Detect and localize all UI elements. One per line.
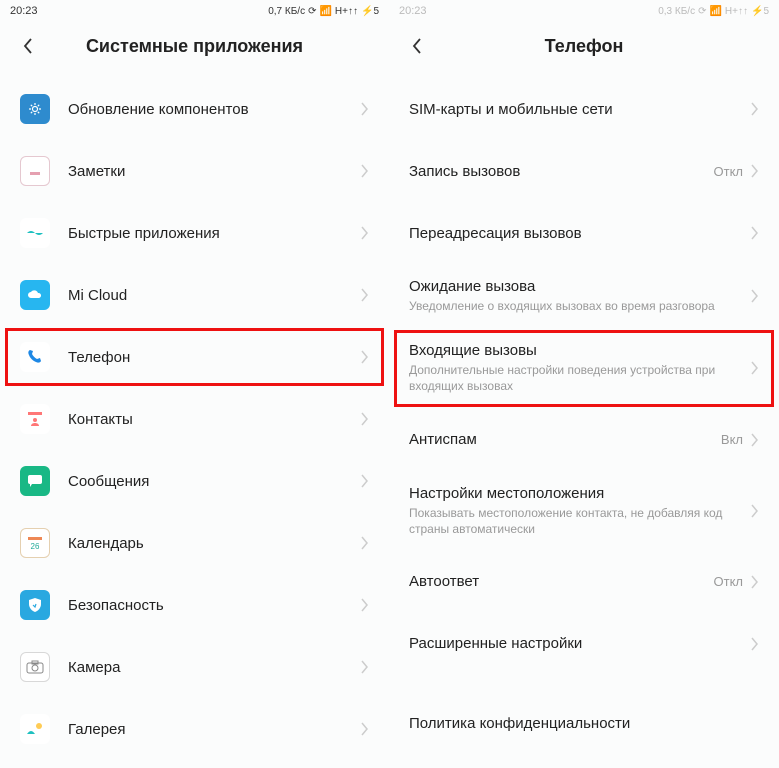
- messages-icon: [20, 466, 50, 496]
- settings-list: SIM-карты и мобильные сети Запись вызово…: [389, 70, 779, 755]
- item-sim-cards[interactable]: SIM-карты и мобильные сети: [389, 78, 779, 140]
- item-label: Телефон: [68, 349, 361, 366]
- item-quick-apps[interactable]: Быстрые приложения: [0, 202, 389, 264]
- item-subtitle: Уведомление о входящих вызовах во время …: [409, 298, 751, 314]
- item-mi-cloud[interactable]: Mi Cloud: [0, 264, 389, 326]
- chevron-right-icon: [361, 474, 369, 488]
- chevron-right-icon: [751, 289, 759, 303]
- chevron-right-icon: [361, 722, 369, 736]
- item-value: Откл: [714, 574, 744, 589]
- item-notes[interactable]: Заметки: [0, 140, 389, 202]
- item-label: Быстрые приложения: [68, 225, 361, 242]
- item-label: Входящие вызовы: [409, 342, 751, 359]
- item-label: Календарь: [68, 535, 361, 552]
- item-label: Политика конфиденциальности: [409, 715, 759, 732]
- chevron-right-icon: [751, 433, 759, 447]
- page-title: Телефон: [405, 36, 763, 57]
- chevron-right-icon: [361, 102, 369, 116]
- notes-icon: [20, 156, 50, 186]
- item-camera[interactable]: Камера: [0, 636, 389, 698]
- item-subtitle: Показывать местоположение контакта, не д…: [409, 505, 751, 537]
- status-time: 20:23: [10, 5, 38, 17]
- phone-icon: [20, 342, 50, 372]
- item-call-waiting[interactable]: Ожидание вызова Уведомление о входящих в…: [389, 264, 779, 328]
- item-gallery[interactable]: Галерея: [0, 698, 389, 760]
- item-contacts[interactable]: Контакты: [0, 388, 389, 450]
- item-label: Расширенные настройки: [409, 635, 751, 652]
- chevron-right-icon: [751, 226, 759, 240]
- settings-list: Обновление компонентов Заметки Быстрые п…: [0, 70, 389, 760]
- item-label: Обновление компонентов: [68, 101, 361, 118]
- gear-icon: [20, 94, 50, 124]
- page-title: Системные приложения: [16, 36, 373, 57]
- camera-icon: [20, 652, 50, 682]
- quick-apps-icon: [20, 218, 50, 248]
- item-label: Сообщения: [68, 473, 361, 490]
- item-label: Настройки местоположения: [409, 485, 751, 502]
- item-location-settings[interactable]: Настройки местоположения Показывать мест…: [389, 471, 779, 551]
- item-label: Камера: [68, 659, 361, 676]
- item-label: Переадресация вызовов: [409, 225, 751, 242]
- item-advanced-settings[interactable]: Расширенные настройки: [389, 613, 779, 675]
- item-label: Безопасность: [68, 597, 361, 614]
- chevron-right-icon: [361, 164, 369, 178]
- chevron-right-icon: [361, 288, 369, 302]
- item-subtitle: Дополнительные настройки поведения устро…: [409, 362, 751, 394]
- header: Системные приложения: [0, 22, 389, 70]
- chevron-right-icon: [361, 412, 369, 426]
- item-auto-answer[interactable]: Автоответ Откл: [389, 551, 779, 613]
- chevron-right-icon: [361, 226, 369, 240]
- item-label: SIM-карты и мобильные сети: [409, 101, 751, 118]
- svg-text:26: 26: [31, 542, 40, 551]
- chevron-right-icon: [751, 637, 759, 651]
- statusbar: 20:23 0,7 КБ/с ⟳ 📶 H+↑↑ ⚡5: [0, 0, 389, 22]
- item-label: Заметки: [68, 163, 361, 180]
- contacts-icon: [20, 404, 50, 434]
- item-label: Mi Cloud: [68, 287, 361, 304]
- calendar-icon: 26: [20, 528, 50, 558]
- chevron-right-icon: [361, 598, 369, 612]
- item-call-forwarding[interactable]: Переадресация вызовов: [389, 202, 779, 264]
- chevron-right-icon: [751, 164, 759, 178]
- item-label: Галерея: [68, 721, 361, 738]
- chevron-right-icon: [361, 660, 369, 674]
- chevron-right-icon: [751, 575, 759, 589]
- cloud-icon: [20, 280, 50, 310]
- status-indicators: 0,7 КБ/с ⟳ 📶 H+↑↑ ⚡5: [268, 6, 379, 17]
- item-value: Вкл: [721, 432, 743, 447]
- gallery-icon: [20, 714, 50, 744]
- shield-icon: [20, 590, 50, 620]
- item-call-recording[interactable]: Запись вызовов Откл: [389, 140, 779, 202]
- item-label: Запись вызовов: [409, 163, 714, 180]
- item-updates[interactable]: Обновление компонентов: [0, 78, 389, 140]
- item-calendar[interactable]: 26 Календарь: [0, 512, 389, 574]
- chevron-right-icon: [751, 102, 759, 116]
- status-indicators: 0,3 КБ/с ⟳ 📶 H+↑↑ ⚡5: [658, 6, 769, 17]
- item-value: Откл: [714, 164, 744, 179]
- item-label: Автоответ: [409, 573, 714, 590]
- status-time: 20:23: [399, 5, 427, 17]
- item-privacy-policy[interactable]: Политика конфиденциальности: [389, 693, 779, 755]
- item-label: Ожидание вызова: [409, 278, 751, 295]
- phone-right: 20:23 0,3 КБ/с ⟳ 📶 H+↑↑ ⚡5 Телефон SIM-к…: [389, 0, 779, 768]
- phone-left: 20:23 0,7 КБ/с ⟳ 📶 H+↑↑ ⚡5 Системные при…: [0, 0, 389, 768]
- header: Телефон: [389, 22, 779, 70]
- item-messages[interactable]: Сообщения: [0, 450, 389, 512]
- item-phone[interactable]: Телефон: [0, 326, 389, 388]
- item-incoming-calls[interactable]: Входящие вызовы Дополнительные настройки…: [389, 328, 779, 408]
- chevron-right-icon: [751, 504, 759, 518]
- item-security[interactable]: Безопасность: [0, 574, 389, 636]
- chevron-right-icon: [751, 361, 759, 375]
- chevron-right-icon: [361, 350, 369, 364]
- item-antispam[interactable]: Антиспам Вкл: [389, 409, 779, 471]
- chevron-right-icon: [361, 536, 369, 550]
- item-label: Контакты: [68, 411, 361, 428]
- statusbar: 20:23 0,3 КБ/с ⟳ 📶 H+↑↑ ⚡5: [389, 0, 779, 22]
- item-label: Антиспам: [409, 431, 721, 448]
